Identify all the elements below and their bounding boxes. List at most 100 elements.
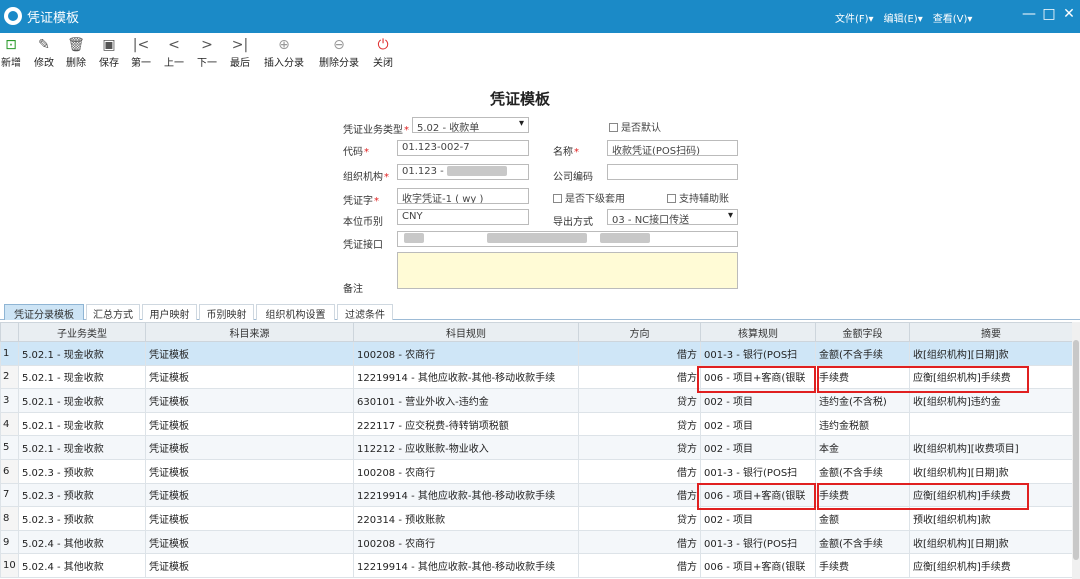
- cell-amount-field[interactable]: 违约金税额: [815, 411, 910, 437]
- menu-file[interactable]: 文件(F)▾: [835, 10, 874, 25]
- cell-summary[interactable]: 收[组织机构][收费项目]: [909, 435, 1073, 460]
- cell-sub-type[interactable]: 5.02.3 - 预收款: [18, 482, 146, 508]
- cell-sub-type[interactable]: 5.02.1 - 现金收款: [18, 411, 146, 437]
- first-button[interactable]: |< 第一: [131, 36, 151, 69]
- cell-subject-source[interactable]: 凭证模板: [145, 388, 354, 413]
- cell-sub-type[interactable]: 5.02.3 - 预收款: [18, 506, 146, 531]
- interface-field[interactable]: [397, 231, 738, 247]
- company-code-field[interactable]: [607, 164, 738, 180]
- cell-subject-source[interactable]: 凭证模板: [145, 364, 354, 390]
- table-row[interactable]: 1 5.02.1 - 现金收款 凭证模板 100208 - 农商行 借方 001-3 - …: [0, 341, 1073, 366]
- scrollbar-thumb[interactable]: [1073, 340, 1079, 560]
- cell-subject-source[interactable]: 凭证模板: [145, 458, 354, 484]
- close-window-icon[interactable]: ✕: [1060, 6, 1078, 22]
- cell-direction[interactable]: 贷方: [578, 411, 701, 437]
- table-row[interactable]: 10 5.02.4 - 其他收款 凭证模板 12219914 - 其他应收款-其他-移…: [0, 553, 1073, 578]
- cell-summary[interactable]: 收[组织机构][日期]款: [909, 458, 1073, 484]
- cell-direction[interactable]: 借方: [578, 553, 701, 578]
- table-row[interactable]: 6 5.02.3 - 预收款 凭证模板 100208 - 农商行 借方 001-3 - 银…: [0, 458, 1073, 484]
- cell-direction[interactable]: 贷方: [578, 435, 701, 460]
- cell-amount-field[interactable]: 金额(不含手续: [815, 529, 910, 555]
- cell-subject-rule[interactable]: 630101 - 营业外收入-违约金: [353, 388, 579, 413]
- cell-sub-type[interactable]: 5.02.3 - 预收款: [18, 458, 146, 484]
- delete-entry-button[interactable]: ⊖ 删除分录: [319, 36, 359, 69]
- cell-direction[interactable]: 借方: [578, 529, 701, 555]
- maximize-icon[interactable]: □: [1040, 6, 1058, 22]
- cell-sub-type[interactable]: 5.02.1 - 现金收款: [18, 341, 146, 366]
- col-header-summary[interactable]: 摘要: [909, 322, 1073, 342]
- tab-filter[interactable]: 过滤条件: [337, 304, 393, 321]
- grid-scrollbar[interactable]: [1072, 322, 1080, 579]
- tab-summary[interactable]: 汇总方式: [86, 304, 140, 321]
- cell-summary[interactable]: 预收[组织机构]款: [909, 506, 1073, 531]
- menu-view[interactable]: 查看(V)▾: [933, 10, 973, 25]
- tab-user-mapping[interactable]: 用户映射: [142, 304, 197, 321]
- note-field[interactable]: [397, 252, 738, 289]
- menu-edit[interactable]: 编辑(E)▾: [884, 10, 923, 25]
- aux-account-checkbox[interactable]: 支持辅助账: [667, 190, 729, 205]
- cell-subject-source[interactable]: 凭证模板: [145, 341, 354, 366]
- cell-subject-rule[interactable]: 100208 - 农商行: [353, 341, 579, 366]
- cell-summary[interactable]: 收[组织机构][日期]款: [909, 341, 1073, 366]
- cell-subject-rule[interactable]: 222117 - 应交税费-待转销项税额: [353, 411, 579, 437]
- tab-entry-template[interactable]: 凭证分录模板: [4, 304, 84, 321]
- is-default-checkbox[interactable]: 是否默认: [609, 119, 661, 134]
- cell-summary[interactable]: 应衡[组织机构]手续费: [909, 553, 1073, 578]
- org-field[interactable]: 01.123 -: [397, 164, 529, 180]
- currency-field[interactable]: CNY: [397, 209, 529, 225]
- cell-subject-rule[interactable]: 12219914 - 其他应收款-其他-移动收款手续: [353, 553, 579, 578]
- cell-direction[interactable]: 借方: [578, 482, 701, 508]
- cell-subject-rule[interactable]: 100208 - 农商行: [353, 458, 579, 484]
- cell-subject-rule[interactable]: 220314 - 预收账款: [353, 506, 579, 531]
- tab-org-settings[interactable]: 组织机构设置: [256, 304, 335, 321]
- edit-button[interactable]: ✎ 修改: [34, 36, 54, 69]
- cell-accounting-rule[interactable]: 002 - 项目: [700, 506, 816, 531]
- cell-amount-field[interactable]: 金额(不含手续: [815, 458, 910, 484]
- cell-subject-rule[interactable]: 12219914 - 其他应收款-其他-移动收款手续: [353, 482, 579, 508]
- cell-accounting-rule[interactable]: 001-3 - 银行(POS扫: [700, 341, 816, 366]
- cell-direction[interactable]: 贷方: [578, 388, 701, 413]
- cell-sub-type[interactable]: 5.02.1 - 现金收款: [18, 435, 146, 460]
- save-button[interactable]: ▣ 保存: [99, 36, 119, 69]
- table-row[interactable]: 5 5.02.1 - 现金收款 凭证模板 112212 - 应收账款-物业收入 贷方 00…: [0, 435, 1073, 460]
- cell-amount-field[interactable]: 手续费: [815, 553, 910, 578]
- table-row[interactable]: 8 5.02.3 - 预收款 凭证模板 220314 - 预收账款 贷方 002 - 项目…: [0, 506, 1073, 531]
- table-row[interactable]: 4 5.02.1 - 现金收款 凭证模板 222117 - 应交税费-待转销项税额 贷方…: [0, 411, 1073, 437]
- cell-subject-source[interactable]: 凭证模板: [145, 506, 354, 531]
- cell-summary[interactable]: 收[组织机构][日期]款: [909, 529, 1073, 555]
- cell-sub-type[interactable]: 5.02.1 - 现金收款: [18, 364, 146, 390]
- close-button[interactable]: ⏻ 关闭: [373, 36, 393, 69]
- cell-subject-source[interactable]: 凭证模板: [145, 411, 354, 437]
- delete-button[interactable]: 🗑 删除: [66, 36, 86, 69]
- table-row[interactable]: 9 5.02.4 - 其他收款 凭证模板 100208 - 农商行 借方 001-3 - …: [0, 529, 1073, 555]
- new-button[interactable]: ⊡ 新增: [1, 36, 21, 69]
- last-button[interactable]: >| 最后: [230, 36, 250, 69]
- cell-sub-type[interactable]: 5.02.4 - 其他收款: [18, 529, 146, 555]
- cell-summary[interactable]: [909, 411, 1073, 437]
- cell-accounting-rule[interactable]: 002 - 项目: [700, 435, 816, 460]
- next-button[interactable]: > 下一: [197, 36, 217, 69]
- cell-subject-rule[interactable]: 112212 - 应收账款-物业收入: [353, 435, 579, 460]
- cell-accounting-rule[interactable]: 001-3 - 银行(POS扫: [700, 529, 816, 555]
- export-select[interactable]: 03 - NC接口传送: [607, 209, 738, 225]
- cell-direction[interactable]: 借方: [578, 458, 701, 484]
- cell-subject-source[interactable]: 凭证模板: [145, 435, 354, 460]
- prev-button[interactable]: < 上一: [164, 36, 184, 69]
- cell-direction[interactable]: 贷方: [578, 506, 701, 531]
- cell-subject-source[interactable]: 凭证模板: [145, 529, 354, 555]
- cell-accounting-rule[interactable]: 001-3 - 银行(POS扫: [700, 458, 816, 484]
- cell-accounting-rule[interactable]: 006 - 项目+客商(银联: [700, 553, 816, 578]
- col-header-accounting-rule[interactable]: 核算规则: [700, 322, 816, 342]
- cell-subject-source[interactable]: 凭证模板: [145, 482, 354, 508]
- insert-entry-button[interactable]: ⊕ 插入分录: [264, 36, 304, 69]
- tab-currency-mapping[interactable]: 币别映射: [199, 304, 254, 321]
- name-field[interactable]: 收款凭证(POS扫码): [607, 140, 738, 156]
- col-header-amount-field[interactable]: 金额字段: [815, 322, 910, 342]
- cell-sub-type[interactable]: 5.02.1 - 现金收款: [18, 388, 146, 413]
- cell-sub-type[interactable]: 5.02.4 - 其他收款: [18, 553, 146, 578]
- cell-direction[interactable]: 借方: [578, 341, 701, 366]
- biz-type-select[interactable]: 5.02 - 收款单: [412, 117, 529, 133]
- cell-amount-field[interactable]: 金额: [815, 506, 910, 531]
- sub-apply-checkbox[interactable]: 是否下级套用: [553, 190, 625, 205]
- voucher-word-field[interactable]: 收字凭证-1 ( wy ): [397, 188, 529, 204]
